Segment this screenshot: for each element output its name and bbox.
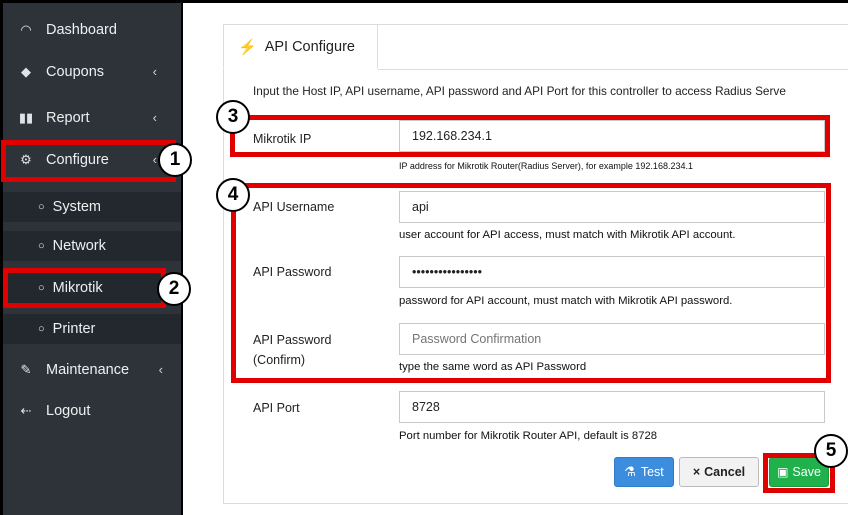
sidebar-item-label: Report <box>46 110 90 126</box>
bar-chart-icon: ▮▮ <box>18 110 34 125</box>
sidebar-subitem-printer[interactable]: ○ Printer <box>3 314 181 344</box>
sidebar-item-logout[interactable]: ⇠ Logout <box>3 396 181 426</box>
highlight-configure <box>1 140 176 182</box>
step-badge-3: 3 <box>216 100 250 134</box>
step-badge-4: 4 <box>216 178 250 212</box>
flask-icon: ⚗ <box>624 464 636 479</box>
circle-icon: ○ <box>38 323 45 335</box>
sidebar: ◠ Dashboard ◆ Coupons ‹ ▮▮ Report ‹ ⚙ Co… <box>3 3 181 515</box>
plug-icon: ⚡ <box>238 38 257 56</box>
step-badge-1: 1 <box>158 143 192 177</box>
sidebar-item-label: Printer <box>52 321 96 337</box>
sidebar-item-label: Coupons <box>46 64 105 80</box>
sidebar-item-report[interactable]: ▮▮ Report ‹ <box>3 103 181 133</box>
sidebar-item-label: System <box>52 199 101 215</box>
gauge-icon: ◠ <box>20 22 32 37</box>
chevron-left-icon: ‹ <box>152 110 157 125</box>
tag-icon: ◆ <box>21 64 31 79</box>
chevron-left-icon: ‹ <box>158 362 163 377</box>
circle-icon: ○ <box>38 240 45 252</box>
sidebar-item-label: Maintenance <box>46 362 130 378</box>
api-port-input[interactable]: 8728 <box>399 391 825 423</box>
tab-label: API Configure <box>264 38 355 55</box>
tab-divider <box>378 69 848 70</box>
sidebar-item-label: Network <box>52 238 106 254</box>
step-badge-2: 2 <box>157 272 191 306</box>
sidebar-item-maintenance[interactable]: ✎ Maintenance ‹ <box>3 355 181 385</box>
sidebar-subitem-network[interactable]: ○ Network <box>3 231 181 261</box>
logout-icon: ⇠ <box>20 403 32 418</box>
step-badge-5: 5 <box>814 434 848 468</box>
highlight-api-credentials <box>231 183 831 383</box>
sidebar-item-coupons[interactable]: ◆ Coupons ‹ <box>3 57 181 87</box>
mikrotik-ip-hint: IP address for Mikrotik Router(Radius Se… <box>399 161 693 171</box>
sidebar-item-label: Dashboard <box>46 22 117 38</box>
highlight-mikrotik-ip <box>230 115 830 157</box>
cancel-button[interactable]: × Cancel <box>679 457 759 487</box>
intro-text: Input the Host IP, API username, API pas… <box>253 84 786 98</box>
sidebar-item-dashboard[interactable]: ◠ Dashboard <box>3 15 181 45</box>
sidebar-item-label: Logout <box>46 403 91 419</box>
api-port-label: API Port <box>253 401 300 415</box>
chevron-left-icon: ‹ <box>152 64 157 79</box>
wrench-icon: ✎ <box>20 362 32 377</box>
api-port-hint: Port number for Mikrotik Router API, def… <box>399 430 658 442</box>
test-button-label: Test <box>640 465 664 479</box>
close-icon: × <box>692 465 701 479</box>
highlight-mikrotik <box>3 268 166 308</box>
tab-api-configure[interactable]: ⚡ API Configure <box>223 24 378 69</box>
sidebar-subitem-system[interactable]: ○ System <box>3 192 181 222</box>
circle-icon: ○ <box>38 201 45 213</box>
cancel-button-label: Cancel <box>704 465 746 479</box>
test-button[interactable]: ⚗ Test <box>614 457 674 487</box>
